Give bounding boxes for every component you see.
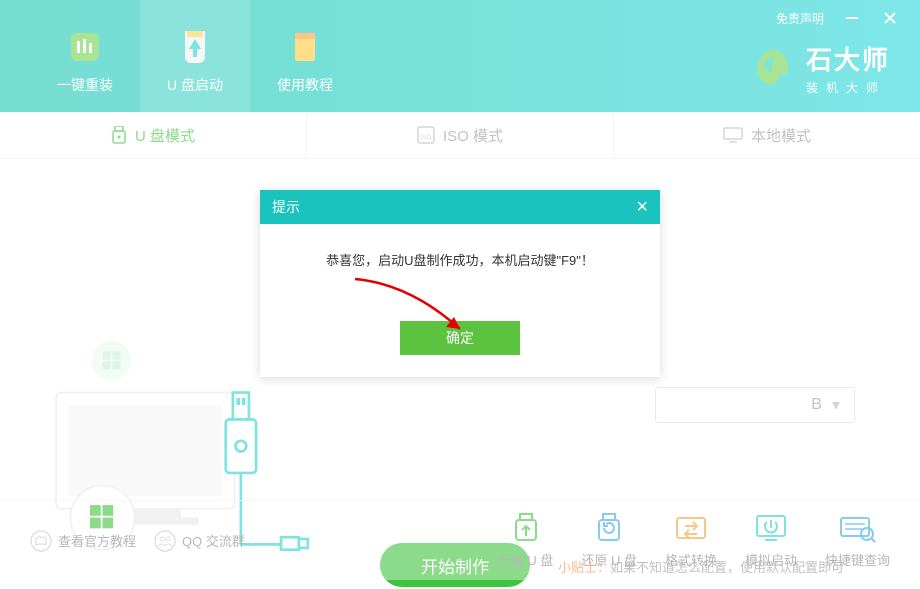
- success-modal: 提示 × 恭喜您，启动U盘制作成功，本机启动键"F9"！ 确定: [260, 190, 660, 377]
- modal-mask: 提示 × 恭喜您，启动U盘制作成功，本机启动键"F9"！ 确定: [0, 0, 920, 580]
- modal-title: 提示: [272, 197, 300, 217]
- ok-button[interactable]: 确定: [400, 321, 520, 355]
- modal-message: 恭喜您，启动U盘制作成功，本机启动键"F9"！: [280, 250, 640, 269]
- modal-body: 恭喜您，启动U盘制作成功，本机启动键"F9"！ 确定: [260, 224, 660, 377]
- close-icon[interactable]: ×: [636, 197, 648, 217]
- modal-header: 提示 ×: [260, 190, 660, 224]
